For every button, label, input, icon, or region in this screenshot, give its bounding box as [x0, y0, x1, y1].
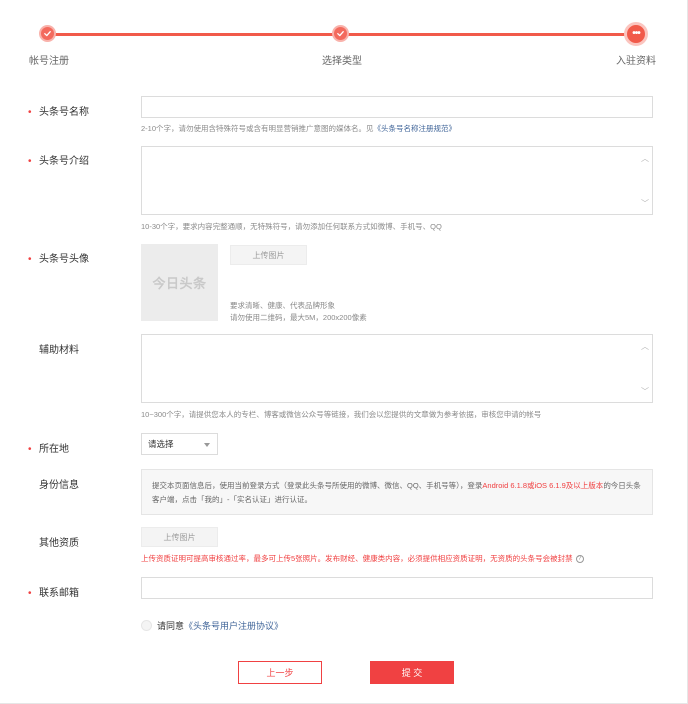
agreement-row: 请同意 《头条号用户注册协议》	[141, 619, 283, 632]
step-1-label: 帐号注册	[29, 56, 69, 67]
avatar-placeholder-logo: 今日头条	[152, 276, 207, 291]
avatar-requirement-1: 要求清晰、健康、代表品牌形象	[230, 301, 335, 310]
agreement-link[interactable]: 《头条号用户注册协议》	[184, 619, 283, 632]
name-rules-link[interactable]: 《头条号名称注册规范》	[374, 124, 457, 133]
submit-button[interactable]: 提 交	[370, 661, 454, 684]
name-input[interactable]	[141, 96, 653, 118]
location-select[interactable]: 请选择	[141, 433, 218, 455]
help-icon[interactable]: ?	[575, 555, 584, 564]
agreement-text: 请同意	[157, 621, 185, 631]
step-2-check-icon	[332, 25, 349, 42]
scroll-up-icon[interactable]: ︿	[641, 343, 649, 351]
scroll-down-icon[interactable]: ﹀	[641, 200, 649, 208]
identity-label: 身份信息	[39, 480, 79, 491]
intro-textarea[interactable]: ︿ ﹀	[141, 146, 653, 215]
step-3-current-icon: •••	[624, 22, 648, 46]
required-marker: •	[28, 107, 32, 118]
scroll-down-icon[interactable]: ﹀	[641, 388, 649, 396]
materials-textarea[interactable]: ︿ ﹀	[141, 334, 653, 403]
avatar-label: • 头条号头像	[28, 254, 89, 265]
location-label: • 所在地	[28, 444, 69, 455]
materials-label: 辅助材料	[39, 345, 79, 356]
identity-info-box: 提交本页面信息后，使用当前登录方式（登录此头条号所使用的微博、微信、QQ、手机号…	[141, 469, 653, 515]
previous-step-button[interactable]: 上一步	[238, 661, 322, 684]
name-hint: 2-10个字，请勿使用含特殊符号或含有明显营销推广意图的媒体名。见《头条号名称注…	[141, 124, 457, 133]
intro-label: • 头条号介绍	[28, 156, 89, 167]
step-1-check-icon	[39, 25, 56, 42]
step-3-label: 入驻资料	[616, 56, 656, 67]
email-label: • 联系邮箱	[28, 588, 79, 599]
email-input[interactable]	[141, 577, 653, 599]
materials-hint: 10~300个字，请提供您本人的专栏、博客或微信公众号等链接，我们会以您提供的文…	[141, 410, 542, 419]
qualification-label: 其他资质	[39, 538, 79, 549]
required-marker: •	[28, 444, 32, 455]
intro-hint: 10-30个字，要求内容完整通顺，无特殊符号，请勿添加任何联系方式如微博、手机号…	[141, 222, 442, 231]
required-marker: •	[28, 588, 32, 599]
location-select-value: 请选择	[148, 439, 174, 449]
agreement-radio[interactable]	[141, 620, 152, 631]
required-marker: •	[28, 254, 32, 265]
caret-down-icon	[204, 443, 210, 447]
qualification-upload-button[interactable]: 上传图片	[141, 527, 218, 547]
avatar-placeholder: 今日头条	[141, 244, 218, 321]
step-2-label: 选择类型	[322, 56, 362, 67]
page: 帐号注册 选择类型 ••• 入驻资料 • 头条号名称 2-10个字，请勿使用含特殊…	[0, 0, 688, 704]
avatar-upload-button[interactable]: 上传图片	[230, 245, 307, 265]
client-version-note: Android 6.1.8或iOS 6.1.9及以上版本	[482, 481, 604, 490]
qualification-note: 上传资质证明可提高审核通过率，最多可上传5张照片。发布财经、健康类内容，必须提供…	[141, 553, 584, 564]
scroll-up-icon[interactable]: ︿	[641, 155, 649, 163]
avatar-requirement-2: 请勿使用二维码，最大5M，200x200像素	[230, 313, 367, 322]
progress-stepper: 帐号注册 选择类型 ••• 入驻资料	[0, 0, 688, 70]
name-label: • 头条号名称	[28, 107, 89, 118]
required-marker: •	[28, 156, 32, 167]
